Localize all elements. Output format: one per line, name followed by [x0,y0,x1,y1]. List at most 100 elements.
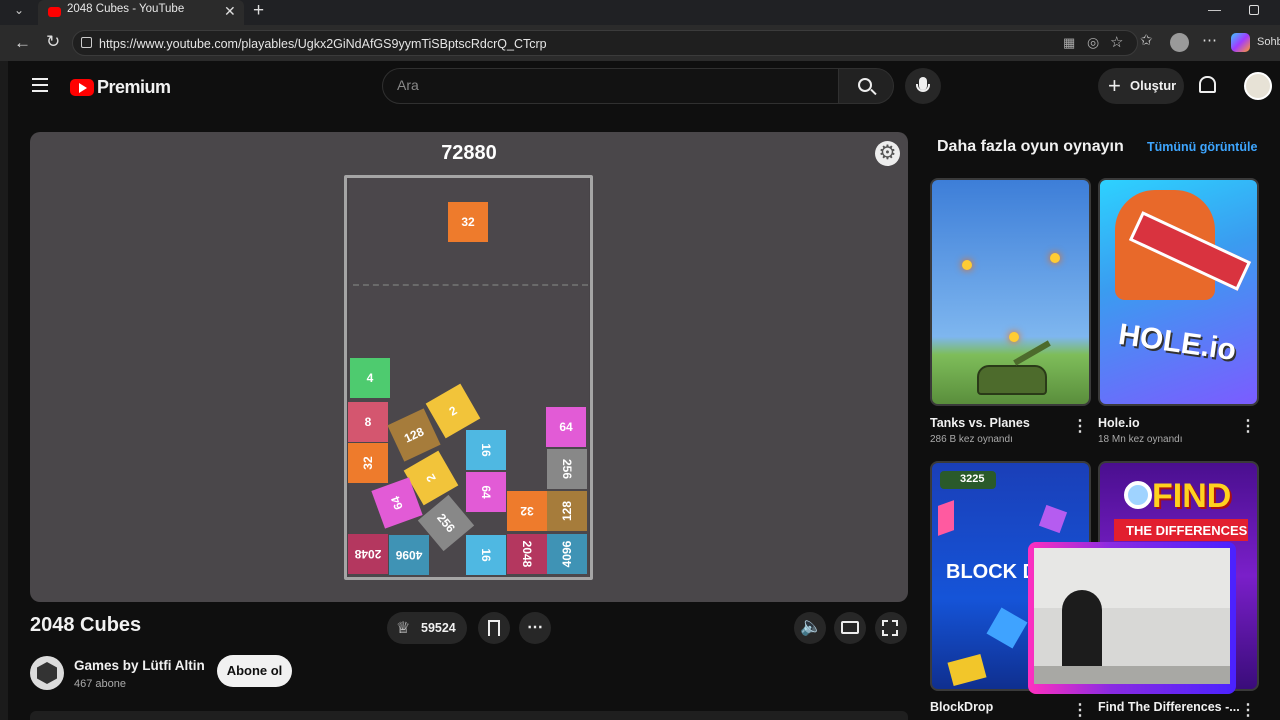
more-horizontal-icon: ⋯ [527,619,543,636]
copilot-icon[interactable] [1231,33,1250,52]
microphone-stand [916,84,930,92]
like-button[interactable]: ♕ 59524 [387,612,467,644]
card-more-icon[interactable]: ⋮ [1240,418,1256,436]
game-card-tanks[interactable] [930,178,1091,406]
hole-logo-text: HOLE.io [1116,317,1239,368]
close-tab-icon[interactable]: ✕ [224,3,236,20]
browser-tab-strip: ⌄ 2048 Cubes - YouTube ✕ + — [0,0,1280,25]
channel-name[interactable]: Games by Lütfi Altin [74,658,205,673]
cube: 64 [546,407,586,447]
cube: 2048 [348,534,388,574]
card-more-icon[interactable]: ⋮ [1072,418,1088,436]
game-card-holeio[interactable]: HOLE.io [1098,178,1259,406]
favorite-star-icon[interactable]: ☆ [1110,33,1123,51]
create-label: Oluştur [1130,78,1177,93]
channel-subscribers: 467 abone [74,678,126,690]
cube: 8 [348,402,388,442]
card-more-icon[interactable]: ⋮ [1240,702,1256,720]
cube: 256 [547,449,587,489]
restore-window-icon[interactable] [1249,5,1259,15]
counter-graphic [1034,666,1230,684]
cube: 32 [348,443,388,483]
play-triangle [79,83,87,93]
crown-icon: ♕ [396,620,411,637]
browser-tab-active[interactable]: 2048 Cubes - YouTube ✕ [38,0,244,25]
screen-icon [841,621,859,634]
hamburger-menu-icon[interactable] [32,78,48,92]
magnifier-icon [1124,481,1152,509]
fullscreen-icon [882,620,898,636]
cube: 16 [466,535,506,575]
search-box[interactable] [382,68,839,104]
more-actions-button[interactable]: ⋯ [519,612,551,644]
game-card-title[interactable]: BlockDrop [930,700,993,714]
cube: 64 [466,472,506,512]
cube: 4096 [547,534,587,574]
block-title-text: BLOCK D [946,561,1038,583]
youtube-favicon-icon [48,7,61,17]
block-graphic [938,500,954,536]
settings-gear-icon[interactable]: ⚙ [875,141,900,166]
minimize-icon[interactable]: — [1208,2,1221,17]
cube: 2048 [507,534,547,574]
game-title: 2048 Cubes [30,614,142,636]
game-card-title[interactable]: Find The Differences -... [1098,700,1240,714]
game-card-plays: 18 Mn kez oynandı [1098,434,1183,445]
back-arrow-icon[interactable]: ← [14,33,31,53]
game-card-title[interactable]: Hole.io [1098,416,1140,430]
window-edge [0,61,8,720]
reload-icon[interactable]: ↻ [46,32,60,52]
game-card-title[interactable]: Tanks vs. Planes [930,416,1030,430]
like-count: 59524 [421,621,456,635]
score-badge-text: 3225 [960,473,985,485]
notifications-bell-icon[interactable] [1199,76,1216,93]
theater-button[interactable] [834,612,866,644]
address-bar[interactable]: https://www.youtube.com/playables/Ugkx2G… [72,30,1138,56]
create-button[interactable]: + Oluştur [1098,68,1184,104]
tank-graphic [977,365,1047,395]
new-tab-icon[interactable]: + [253,0,264,22]
cube-next: 32 [448,202,488,242]
account-avatar[interactable] [1244,72,1272,100]
channel-avatar[interactable] [30,656,64,690]
explosion-graphic [1009,332,1019,342]
bookmark-icon [488,620,500,636]
subscribe-button[interactable]: Abone ol [217,655,292,687]
limit-line [353,284,588,286]
block-graphic [947,654,987,686]
tab-title: 2048 Cubes - YouTube [67,3,185,15]
cube: 4 [350,358,390,398]
favorites-icon[interactable]: ✩ [1140,31,1153,49]
see-all-link[interactable]: Tümünü görüntüle [1147,140,1257,154]
cube: 128 [547,491,587,531]
app-available-icon[interactable]: ▦ [1063,35,1075,51]
webcam-feed [1034,548,1230,684]
differences-text: THE DIFFERENCES [1126,523,1248,538]
browser-toolbar: ← ↻ https://www.youtube.com/playables/Ug… [0,25,1280,61]
save-button[interactable] [478,612,510,644]
block-graphic [1038,504,1068,534]
hamburger-middle-bar [32,84,48,86]
tab-list-chevron-icon[interactable]: ⌄ [14,3,24,17]
sidebar-label[interactable]: Sohb [1257,36,1280,48]
tank-turret [1013,340,1051,366]
search-icon-handle [870,88,877,96]
sound-button[interactable]: 🔈 [794,612,826,644]
cabinet-graphic [1034,548,1230,608]
cube: 32 [507,491,547,531]
cube: 4096 [389,535,429,575]
card-more-icon[interactable]: ⋮ [1072,702,1088,720]
tracking-prevention-icon[interactable]: ◎ [1087,34,1099,51]
search-button[interactable] [838,68,894,104]
profile-avatar-icon[interactable] [1170,33,1189,52]
find-title-text: FIND [1152,477,1232,515]
game-board[interactable]: 32 4 8 32 2048 128 2 2 64 256 4096 16 64… [344,175,593,580]
more-menu-icon[interactable]: ⋯ [1202,31,1217,49]
game-card-plays: 286 B kez oynandı [930,434,1013,445]
search-input[interactable] [397,77,797,93]
fullscreen-button[interactable] [875,612,907,644]
youtube-play-icon [70,79,94,96]
plus-icon: + [1108,73,1121,98]
voice-search-button[interactable] [905,68,941,104]
site-info-icon[interactable] [81,37,92,48]
